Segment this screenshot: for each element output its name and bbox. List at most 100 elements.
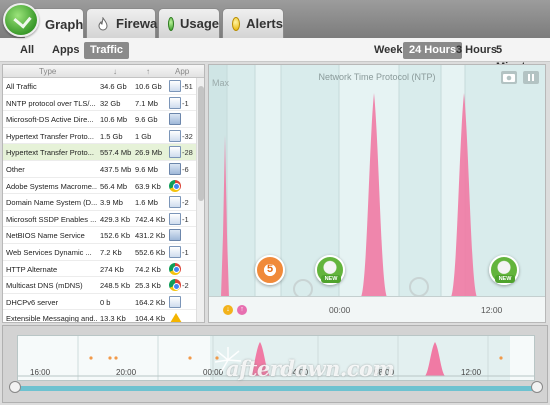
column-download[interactable]: ↓	[113, 67, 117, 76]
row-download: 437.5 Mb	[100, 164, 132, 174]
alert-dot-icon[interactable]: ↓	[223, 305, 233, 315]
row-upload: 164.2 Kb	[135, 297, 166, 307]
row-upload: 9.6 Mb	[135, 164, 158, 174]
drive-icon[interactable]	[169, 312, 182, 322]
row-download: 10.6 Mb	[100, 115, 128, 125]
window-icon[interactable]	[169, 80, 181, 92]
row-app-count: -28	[182, 148, 193, 158]
row-app-count: -2	[182, 281, 189, 291]
row-download: 32 Gb	[100, 98, 121, 108]
filter-traffic[interactable]: Traffic	[84, 42, 130, 59]
row-type: Web Services Dynamic ...	[6, 247, 92, 257]
row-upload: 431.2 Kb	[135, 231, 166, 241]
camera-icon[interactable]	[501, 71, 517, 84]
tab-firewall[interactable]: Firewall	[86, 8, 164, 38]
clock-marker-2[interactable]	[409, 277, 429, 297]
row-type: Hypertext Transfer Proto...	[6, 131, 94, 141]
table-row[interactable]: Hypertext Transfer Proto... 1.5 Gb 1 Gb -32	[3, 128, 204, 145]
alert-dot-icon-2[interactable]: ↑	[237, 305, 247, 315]
row-app-count: -1	[182, 247, 189, 257]
window-icon[interactable]	[169, 146, 181, 159]
row-upload: 7.1 Mb	[135, 98, 158, 108]
table-row[interactable]: Microsoft-DS Active Dire... 10.6 Mb 9.6 Gb	[3, 111, 204, 128]
filter-all[interactable]: All	[14, 42, 40, 59]
chrome-icon[interactable]	[169, 262, 181, 275]
table-row[interactable]: Other 437.5 Mb 9.6 Mb -6	[3, 161, 204, 178]
new-app-marker-2[interactable]: NEW	[489, 255, 519, 285]
row-download: 3.9 Mb	[100, 198, 123, 208]
row-type: DHCPv6 server	[6, 297, 59, 307]
graph-canvas	[209, 65, 545, 298]
table-row[interactable]: Web Services Dynamic ... 7.2 Kb 552.6 Kb -1	[3, 244, 204, 261]
new-app-marker[interactable]: NEW	[315, 255, 345, 285]
row-download: 34.6 Gb	[100, 82, 127, 91]
traffic-table: Type ↓ ↑ App All Traffic 34.6 Gb 10.6 Gb -5…	[2, 64, 205, 323]
table-row[interactable]: HTTP Alternate 274 Kb 74.2 Kb	[3, 261, 204, 278]
row-app-count: -51	[182, 82, 193, 91]
tab-usage-label: Usage	[179, 16, 219, 31]
app-logo-icon	[3, 3, 39, 37]
row-type: HTTP Alternate	[6, 264, 58, 274]
column-type[interactable]: Type	[39, 67, 56, 76]
tab-alerts[interactable]: Alerts	[222, 8, 284, 38]
row-upload: 63.9 Kb	[135, 181, 161, 191]
window-icon[interactable]	[169, 129, 181, 142]
table-scrollbar[interactable]	[196, 78, 204, 322]
window-icon[interactable]	[169, 196, 181, 209]
people-icon[interactable]	[169, 96, 181, 109]
graph-axis: ↓ ↑ 00:00 12:00	[209, 296, 545, 322]
chrome-icon[interactable]	[169, 279, 181, 292]
app-marker-5[interactable]: 5	[255, 255, 285, 285]
window-icon[interactable]	[169, 295, 181, 308]
pause-icon[interactable]	[523, 71, 539, 84]
table-row[interactable]: NNTP protocol over TLS/... 32 Gb 7.1 Mb -1	[3, 95, 204, 112]
row-upload: 9.6 Gb	[135, 115, 158, 125]
row-type: NetBIOS Name Service	[6, 231, 85, 241]
net-icon[interactable]	[169, 113, 181, 126]
row-type: Multicast DNS (mDNS)	[6, 281, 83, 291]
row-type: Microsoft SSDP Enables ...	[6, 214, 97, 224]
table-row[interactable]: Multicast DNS (mDNS) 248.5 Kb 25.3 Kb -2	[3, 277, 204, 294]
timeline-label-2000: 20:00	[116, 368, 137, 377]
table-row[interactable]: Extensible Messaging and... 13.3 Kb 104.4 …	[3, 310, 204, 323]
row-upload: 1 Gb	[135, 131, 152, 141]
tab-bar: Graph Firewall Usage Alerts	[0, 0, 550, 39]
bulb-icon	[232, 16, 241, 31]
table-row[interactable]: NetBIOS Name Service 152.6 Kb 431.2 Kb	[3, 227, 204, 244]
row-upload: 742.4 Kb	[135, 214, 166, 224]
row-type: Extensible Messaging and...	[6, 314, 97, 323]
row-type: Hypertext Transfer Proto...	[6, 148, 94, 158]
row-type: All Traffic	[6, 82, 37, 91]
net-icon[interactable]	[169, 162, 181, 175]
window-icon[interactable]	[169, 245, 181, 258]
timeline-left-handle[interactable]	[9, 381, 21, 393]
row-download: 248.5 Kb	[100, 281, 131, 291]
row-download: 1.5 Gb	[100, 131, 123, 141]
timeline-range-slider[interactable]	[13, 386, 541, 391]
range-5-minutes[interactable]: 5 Minutes	[490, 42, 550, 73]
table-row[interactable]: Adobe Systems Macrome... 56.4 Mb 63.9 Kb	[3, 178, 204, 195]
table-row[interactable]: All Traffic 34.6 Gb 10.6 Gb -51	[3, 78, 204, 95]
table-row[interactable]: Hypertext Transfer Proto... 557.4 Mb 26.9 …	[3, 144, 204, 161]
filter-apps[interactable]: Apps	[46, 42, 86, 59]
chrome-icon[interactable]	[169, 179, 181, 192]
row-upload: 552.6 Kb	[135, 247, 166, 257]
table-row[interactable]: Domain Name System (D... 3.9 Mb 1.6 Mb -2	[3, 194, 204, 211]
row-upload: 10.6 Gb	[135, 82, 162, 91]
row-type: Domain Name System (D...	[6, 198, 97, 208]
column-upload[interactable]: ↑	[146, 67, 150, 76]
scrollbar-thumb[interactable]	[198, 86, 204, 201]
column-app[interactable]: App	[175, 67, 189, 76]
x-tick-1200: 12:00	[481, 305, 503, 315]
net-icon[interactable]	[169, 229, 181, 242]
row-upload: 25.3 Kb	[135, 281, 161, 291]
traffic-graph[interactable]: Max Network Time Protocol (NTP) 5 NEW NE…	[208, 64, 546, 323]
tab-usage[interactable]: Usage	[158, 8, 220, 38]
window-icon[interactable]	[169, 212, 181, 225]
table-row[interactable]: Microsoft SSDP Enables ... 429.3 Kb 742.4 …	[3, 211, 204, 228]
watermark-text: afterdawn.com	[226, 356, 395, 381]
table-row[interactable]: DHCPv6 server 0 b 164.2 Kb	[3, 294, 204, 311]
timeline-right-handle[interactable]	[531, 381, 543, 393]
row-download: 7.2 Kb	[100, 247, 122, 257]
row-download: 152.6 Kb	[100, 231, 131, 241]
